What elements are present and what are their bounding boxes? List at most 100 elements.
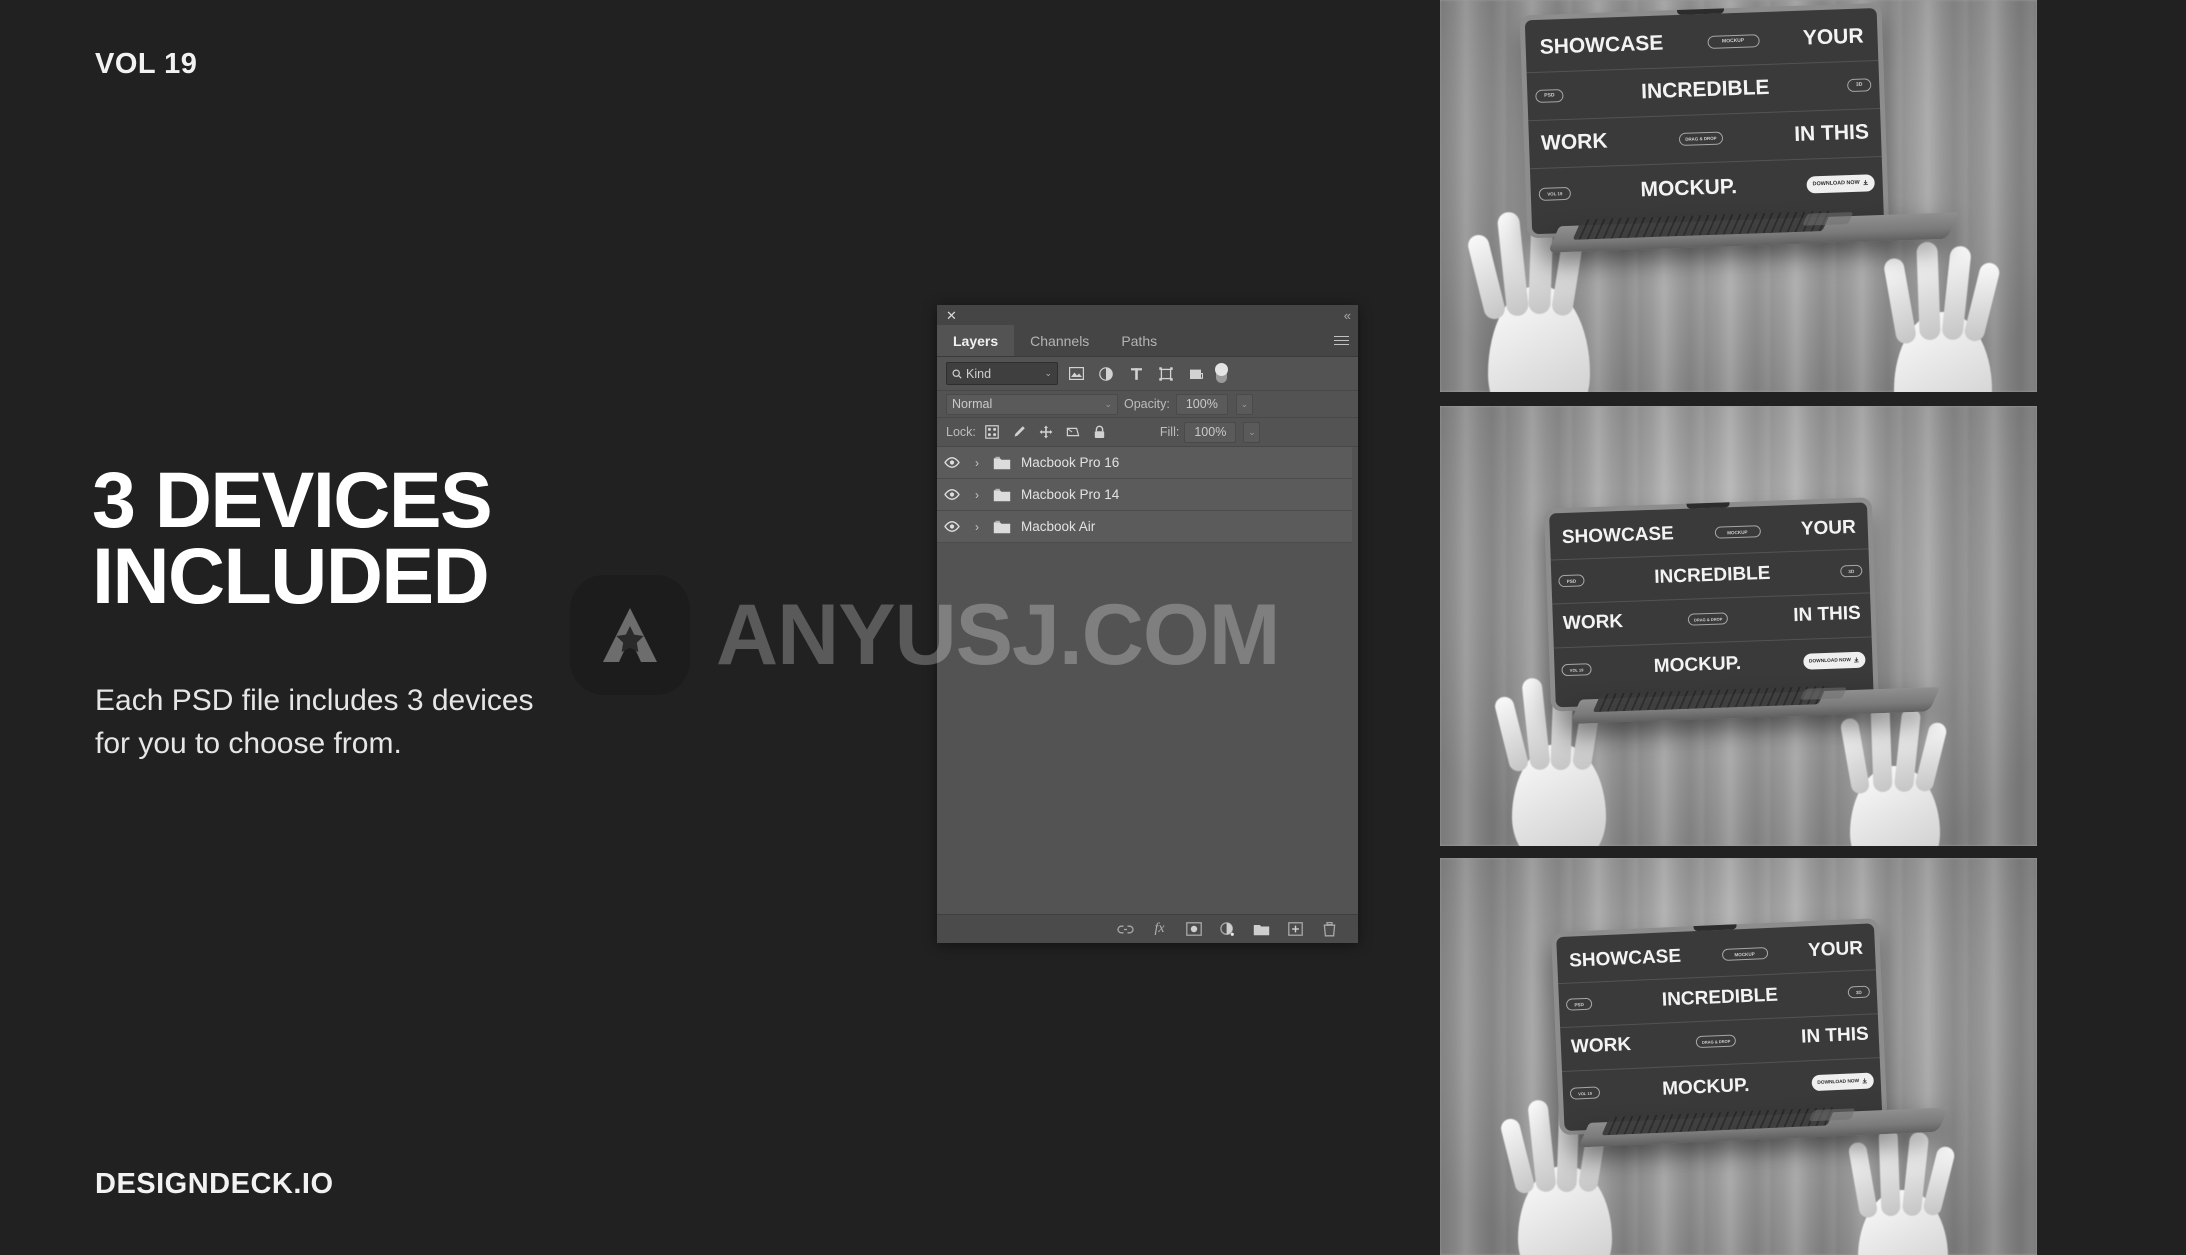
new-adjustment-layer-icon[interactable] <box>1219 921 1236 938</box>
download-icon <box>1863 179 1868 186</box>
screen-line4: MOCKUP. <box>1653 652 1742 677</box>
download-now-label: DOWNLOAD NOW <box>1817 1078 1860 1086</box>
filter-kind-label: Kind <box>966 366 992 381</box>
table-row[interactable]: › Macbook Air <box>937 511 1352 543</box>
screen-tag-3d: 3D <box>1847 985 1871 999</box>
opacity-label: Opacity: <box>1124 397 1170 411</box>
filter-toggle[interactable] <box>1215 363 1228 383</box>
panel-titlebar: ✕ « <box>937 305 1358 325</box>
pixel-layer-icon[interactable] <box>1064 363 1088 384</box>
adjustment-layer-icon[interactable] <box>1094 363 1118 384</box>
laptop-device: SHOWCASE MOCKUP YOUR PSD INCREDIBLE 3D W… <box>1531 915 1961 1173</box>
panel-bottom-toolbar: fx <box>937 914 1358 943</box>
new-layer-icon[interactable] <box>1287 921 1304 938</box>
screen-line3-right: IN THIS <box>1793 120 1870 146</box>
lock-all-icon[interactable] <box>1089 422 1111 442</box>
collapse-panel-icon[interactable]: « <box>1344 308 1351 323</box>
screen-tag-3d: 3D <box>1840 564 1863 578</box>
blend-mode-select[interactable]: Normal ⌄ <box>946 393 1118 415</box>
expand-group-icon[interactable]: › <box>967 520 987 534</box>
opacity-input[interactable]: 100% <box>1175 393 1228 415</box>
laptop-trackpad <box>1802 211 1854 226</box>
search-icon <box>952 368 962 379</box>
type-layer-icon[interactable] <box>1124 363 1148 384</box>
screen-tag-dragdrop: DRAG & DROP <box>1695 1034 1737 1049</box>
table-row[interactable]: › Macbook Pro 14 <box>937 479 1352 511</box>
close-icon[interactable]: ✕ <box>946 309 957 322</box>
layer-visibility-icon[interactable] <box>937 457 967 468</box>
brand-footer: DESIGNDECK.IO <box>95 1168 334 1200</box>
screen-tag-mockup: MOCKUP <box>1714 525 1761 539</box>
tab-paths[interactable]: Paths <box>1105 325 1173 356</box>
lock-artboard-nesting-icon[interactable] <box>1062 422 1084 442</box>
chevron-down-icon: ⌄ <box>1044 368 1052 378</box>
lock-image-pixels-icon[interactable] <box>1008 422 1030 442</box>
macbook-air-shot: SHOWCASE MOCKUP YOUR PSD INCREDIBLE 3D W… <box>1440 858 2037 1255</box>
lock-row: Lock: Fill: 100% ⌄ <box>937 418 1358 447</box>
laptop-screen: SHOWCASE MOCKUP YOUR PSD INCREDIBLE 3D W… <box>1549 502 1874 708</box>
screen-line2: INCREDIBLE <box>1640 75 1770 104</box>
filter-row: Kind ⌄ <box>937 357 1358 391</box>
photoshop-layers-panel[interactable]: ✕ « Layers Channels Paths Kind ⌄ Normal … <box>937 305 1358 943</box>
macbook-pro-14-shot: SHOWCASE MOCKUP YOUR PSD INCREDIBLE 3D W… <box>1440 406 2037 846</box>
opacity-stepper[interactable]: ⌄ <box>1235 393 1253 415</box>
screen-line3-right: IN THIS <box>1800 1023 1870 1048</box>
screen-line1-right: YOUR <box>1807 937 1864 962</box>
panel-tabs: Layers Channels Paths <box>937 325 1358 357</box>
screen-tag-vol: VOL 19 <box>1561 663 1592 677</box>
link-layers-icon[interactable] <box>1117 921 1134 938</box>
lock-transparent-pixels-icon[interactable] <box>981 422 1003 442</box>
smart-object-icon[interactable] <box>1184 363 1208 384</box>
screen-line1-left: SHOWCASE <box>1561 523 1675 549</box>
download-now-label: DOWNLOAD NOW <box>1808 657 1851 665</box>
screen-line1-right: YOUR <box>1802 24 1864 50</box>
laptop-device: SHOWCASE MOCKUP YOUR PSD INCREDIBLE 3D W… <box>1498 0 1977 276</box>
download-now-button[interactable]: DOWNLOAD NOW <box>1806 173 1875 194</box>
fill-input[interactable]: 100% <box>1184 421 1237 443</box>
screen-line4: MOCKUP. <box>1661 1074 1750 1100</box>
screen-tag-vol: VOL 19 <box>1538 186 1572 201</box>
layer-name: Macbook Pro 16 <box>1021 455 1120 470</box>
shape-layer-icon[interactable] <box>1154 363 1178 384</box>
chevron-down-icon: ⌄ <box>1104 398 1112 409</box>
download-icon <box>1854 657 1860 663</box>
panel-menu-icon[interactable] <box>1324 325 1358 356</box>
add-layer-mask-icon[interactable] <box>1185 921 1202 938</box>
volume-label: VOL 19 <box>95 48 198 80</box>
slide-canvas: VOL 19 3 DEVICES INCLUDED Each PSD file … <box>0 0 2186 1255</box>
folder-icon <box>987 520 1017 534</box>
layer-visibility-icon[interactable] <box>937 521 967 532</box>
screen-tag-dragdrop: DRAG & DROP <box>1678 130 1724 146</box>
tab-channels[interactable]: Channels <box>1014 325 1105 356</box>
download-now-button[interactable]: DOWNLOAD NOW <box>1803 651 1866 670</box>
lock-position-icon[interactable] <box>1035 422 1057 442</box>
delete-layer-icon[interactable] <box>1321 921 1338 938</box>
screen-tag-3d: 3D <box>1846 77 1872 92</box>
expand-group-icon[interactable]: › <box>967 456 987 470</box>
screen-line2: INCREDIBLE <box>1653 562 1771 588</box>
layer-name: Macbook Air <box>1021 519 1096 534</box>
blend-mode-value: Normal <box>952 397 993 411</box>
screen-tag-vol: VOL 19 <box>1569 1086 1601 1100</box>
download-now-button[interactable]: DOWNLOAD NOW <box>1811 1072 1875 1092</box>
layer-styles-fx-icon[interactable]: fx <box>1151 921 1168 938</box>
screen-tag-psd: PSD <box>1535 88 1564 103</box>
folder-icon <box>987 488 1017 502</box>
watermark-logo-icon <box>570 575 690 695</box>
fill-stepper[interactable]: ⌄ <box>1243 421 1261 443</box>
macbook-pro-16-shot: SHOWCASE MOCKUP YOUR PSD INCREDIBLE 3D W… <box>1440 0 2037 392</box>
layer-visibility-icon[interactable] <box>937 489 967 500</box>
laptop-screen: SHOWCASE MOCKUP YOUR PSD INCREDIBLE 3D W… <box>1556 923 1883 1131</box>
download-now-label: DOWNLOAD NOW <box>1812 179 1860 188</box>
screen-line3-left: WORK <box>1570 1034 1632 1058</box>
screen-tag-mockup: MOCKUP <box>1706 33 1760 49</box>
expand-group-icon[interactable]: › <box>967 488 987 502</box>
tabs-spacer <box>1173 325 1324 356</box>
new-group-icon[interactable] <box>1253 921 1270 938</box>
lock-label: Lock: <box>946 425 976 439</box>
screen-line1-right: YOUR <box>1800 516 1857 540</box>
tab-layers[interactable]: Layers <box>937 325 1015 356</box>
table-row[interactable]: › Macbook Pro 16 <box>937 447 1352 479</box>
filter-kind-select[interactable]: Kind ⌄ <box>946 362 1058 385</box>
screen-line3-left: WORK <box>1562 611 1624 635</box>
